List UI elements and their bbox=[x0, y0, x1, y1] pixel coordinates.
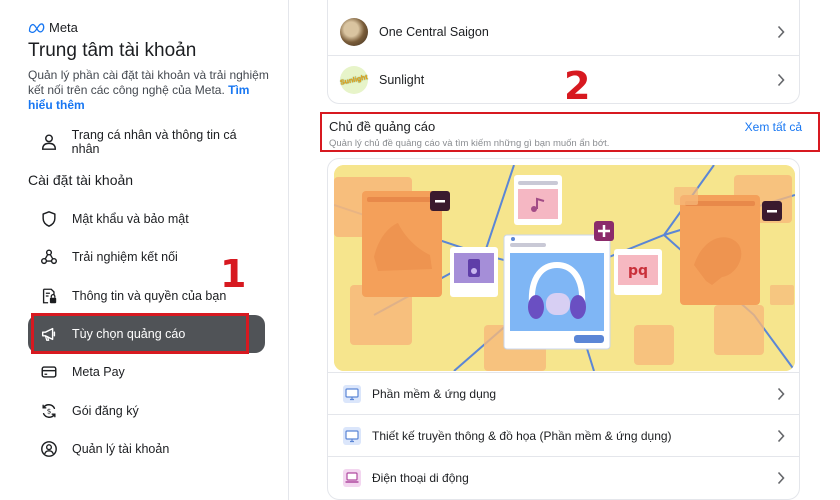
svg-text:$: $ bbox=[47, 407, 52, 416]
ad-topics-illustration: pq bbox=[334, 165, 795, 371]
chevron-right-icon bbox=[777, 387, 785, 401]
sidebar-item-account-management[interactable]: Quản lý tài khoản bbox=[28, 430, 265, 468]
ad-topics-subtitle: Quản lý chủ đề quảng cáo và tìm kiếm nhữ… bbox=[329, 138, 610, 149]
chevron-right-icon bbox=[777, 471, 785, 485]
page-title: Trung tâm tài khoản bbox=[28, 40, 197, 61]
advertiser-name: Sunlight bbox=[379, 73, 425, 87]
info-lock-icon bbox=[38, 285, 60, 307]
chevron-right-icon bbox=[777, 429, 785, 443]
sidebar-item-label: Meta Pay bbox=[72, 365, 125, 379]
section-account-settings: Cài đặt tài khoản bbox=[28, 172, 134, 188]
meta-logo-icon bbox=[28, 22, 45, 33]
sidebar-item-meta-pay[interactable]: Meta Pay bbox=[28, 353, 265, 391]
card-icon bbox=[38, 361, 60, 383]
ad-topics-card: pq Phần mềm & ứng dụng Thiết kế truyền t… bbox=[327, 158, 800, 500]
sidebar-item-profile[interactable]: Trang cá nhân và thông tin cá nhân bbox=[28, 123, 265, 161]
ad-topics-header: Chủ đề quảng cáo Quản lý chủ đề quảng cá… bbox=[320, 112, 820, 152]
sidebar-item-label: Thông tin và quyền của bạn bbox=[72, 289, 227, 303]
topic-label: Phần mềm & ứng dụng bbox=[372, 386, 497, 401]
connected-icon bbox=[38, 246, 60, 268]
annotation-number-2: 2 bbox=[564, 64, 591, 108]
annotation-box-ad-preferences bbox=[31, 313, 249, 354]
sidebar-item-label: Gói đăng ký bbox=[72, 404, 139, 418]
ad-topics-title: Chủ đề quảng cáo bbox=[329, 119, 436, 134]
person-icon bbox=[38, 131, 60, 153]
sunlight-logo-text: Sunlight bbox=[339, 73, 369, 87]
advertiser-avatar: Sunlight bbox=[340, 66, 368, 94]
sidebar: Meta Trung tâm tài khoản Quản lý phần cà… bbox=[0, 0, 288, 500]
shield-icon bbox=[38, 208, 60, 230]
subscription-icon: $ bbox=[38, 400, 60, 422]
laptop-icon bbox=[343, 468, 361, 487]
account-icon bbox=[38, 438, 60, 460]
advertiser-avatar bbox=[340, 18, 368, 46]
sidebar-item-subscriptions[interactable]: $ Gói đăng ký bbox=[28, 392, 265, 430]
meta-logo-text: Meta bbox=[49, 20, 78, 35]
sidebar-item-label: Trang cá nhân và thông tin cá nhân bbox=[71, 128, 237, 156]
annotation-number-1: 1 bbox=[220, 252, 247, 296]
illustration-pq-text: pq bbox=[628, 263, 648, 279]
sidebar-item-label: Quản lý tài khoản bbox=[72, 442, 170, 456]
page-description: Quản lý phần cài đặt tài khoản và trải n… bbox=[28, 68, 273, 113]
chevron-right-icon bbox=[777, 25, 785, 39]
sidebar-item-label: Mật khẩu và bảo mật bbox=[72, 212, 189, 226]
topic-label: Thiết kế truyền thông & đồ họa (Phần mềm… bbox=[372, 428, 672, 443]
sidebar-item-label: Trải nghiệm kết nối bbox=[72, 250, 178, 264]
computer-icon bbox=[343, 426, 361, 445]
topic-label: Điện thoại di động bbox=[372, 470, 469, 485]
sidebar-item-password-security[interactable]: Mật khẩu và bảo mật bbox=[28, 200, 265, 238]
see-all-link[interactable]: Xem tất cả bbox=[745, 120, 802, 134]
topic-row-software-apps[interactable]: Phần mềm & ứng dụng bbox=[328, 372, 799, 414]
topic-row-graphic-design[interactable]: Thiết kế truyền thông & đồ họa (Phần mềm… bbox=[328, 414, 799, 456]
advertiser-name: One Central Saigon bbox=[379, 25, 489, 39]
meta-logo: Meta bbox=[28, 20, 78, 35]
topic-row-mobile-phones[interactable]: Điện thoại di động bbox=[328, 456, 799, 498]
computer-icon bbox=[343, 384, 361, 403]
illustration-graphic: pq bbox=[334, 165, 795, 371]
advertiser-row-one-central-saigon[interactable]: One Central Saigon bbox=[328, 8, 799, 56]
chevron-right-icon bbox=[777, 73, 785, 87]
